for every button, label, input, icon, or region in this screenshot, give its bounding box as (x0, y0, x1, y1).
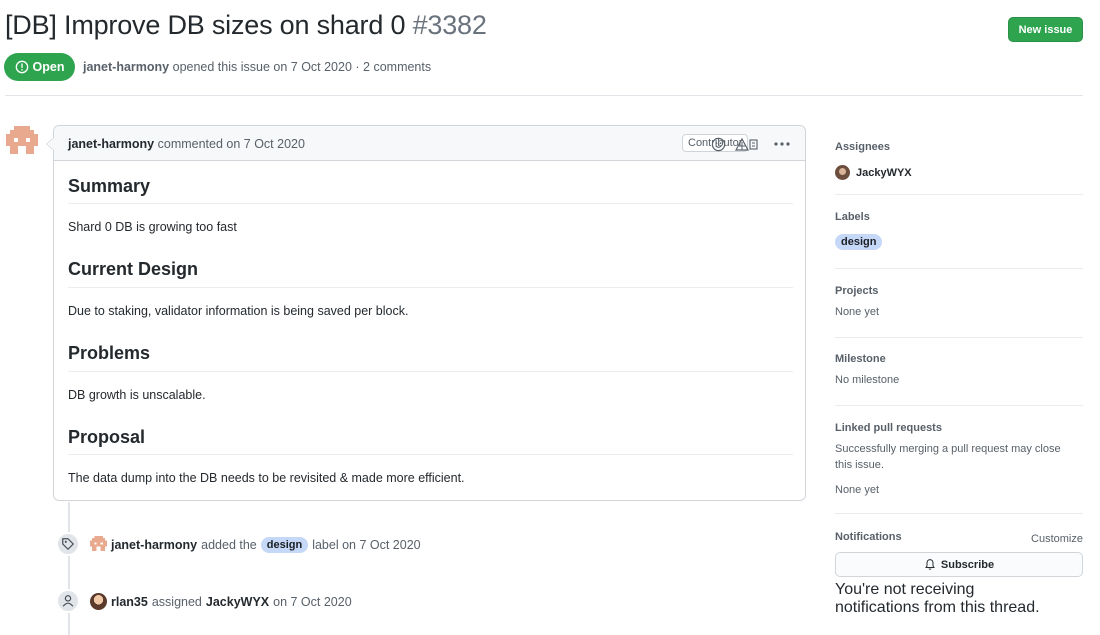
sidebar-divider (835, 337, 1083, 338)
issue-meta: janet-harmony opened this issue on 7 Oct… (83, 60, 431, 74)
sidebar-notifications: Notifications Customize (835, 531, 1083, 545)
section-heading: Proposal (68, 427, 146, 447)
comment-byline: janet-harmony commented on 7 Oct 2020 (68, 137, 305, 151)
sidebar-divider (835, 194, 1083, 195)
label-design[interactable]: design (835, 234, 883, 250)
issue-state-badge: Open (4, 53, 75, 81)
person-icon (56, 589, 80, 613)
sidebar-linked-prs: Linked pull requests Successfully mergin… (835, 422, 1083, 514)
section-text: The data dump into the DB needs to be re… (68, 471, 465, 485)
section-heading: Current Design (68, 259, 199, 279)
design-label[interactable]: design (260, 536, 309, 553)
issue-number: #3382 (412, 10, 487, 40)
sidebar-divider (835, 268, 1083, 269)
heading-rule (68, 454, 793, 455)
actor-avatar[interactable] (90, 536, 107, 553)
comment-author-link[interactable]: janet-harmony (68, 137, 154, 151)
section-heading: Summary (68, 176, 151, 196)
issue-title-text: [DB] Improve DB sizes on shard 0 (5, 10, 406, 40)
assignee-name[interactable]: JackyWYX (856, 167, 912, 179)
timeline-event-assign: rlan35 assigned JackyWYX on 7 Oct 2020 (90, 593, 352, 610)
timeline-line (68, 502, 70, 635)
sidebar-divider (835, 405, 1083, 406)
projects-heading[interactable]: Projects (835, 285, 1083, 297)
timeline-event-label: janet-harmony added the design label on … (90, 536, 421, 553)
comment-timestamp[interactable]: commented on 7 Oct 2020 (158, 137, 305, 151)
event-text: assigned (151, 594, 202, 609)
actor-link[interactable]: janet-harmony (111, 538, 197, 552)
milestone-value: No milestone (835, 374, 900, 386)
assignee-item[interactable]: JackyWYX (835, 165, 1083, 180)
labels-heading[interactable]: Labels (835, 211, 1083, 223)
subscribe-button[interactable]: Subscribe (835, 552, 1083, 577)
section-heading: Problems (68, 343, 151, 363)
sidebar-labels: Labels design (835, 211, 1083, 269)
event-text: label on 7 Oct 2020 (312, 537, 421, 552)
heading-rule (68, 371, 793, 372)
section-text: DB growth is unscalable. (68, 388, 206, 402)
issue-state-label: Open (32, 60, 65, 74)
header-divider (5, 95, 1083, 96)
customize-link[interactable]: Customize (1031, 531, 1083, 547)
assignees-heading[interactable]: Assignees (835, 141, 1083, 153)
assignee-link[interactable]: JackyWYX (206, 595, 269, 609)
issue-title: [DB] Improve DB sizes on shard 0 #3382 (5, 10, 487, 41)
new-issue-button[interactable]: New issue (1008, 17, 1083, 42)
heading-rule (68, 287, 793, 288)
issue-open-icon (15, 60, 28, 74)
commenter-avatar[interactable] (6, 126, 38, 158)
assignee-avatar (835, 165, 850, 180)
subscribe-label: Subscribe (940, 558, 995, 571)
issue-meta-text: opened this issue on 7 Oct 2020 · 2 comm… (172, 60, 432, 74)
milestone-heading[interactable]: Milestone (835, 353, 1083, 365)
sidebar-projects: Projects None yet (835, 285, 1083, 338)
actor-link[interactable]: rlan35 (111, 595, 148, 609)
issue-author-link[interactable]: janet-harmony (83, 60, 169, 74)
linked-prs-value: None yet (835, 484, 880, 496)
smiley-icon[interactable] (710, 136, 726, 152)
actor-avatar[interactable] (90, 593, 107, 610)
event-text: on 7 Oct 2020 (273, 594, 352, 609)
section-text: Shard 0 DB is growing too fast (68, 220, 237, 234)
sidebar-divider (835, 513, 1083, 514)
linked-prs-desc: Successfully merging a pull request may … (835, 443, 1061, 471)
heading-rule (68, 203, 793, 204)
projects-value: None yet (835, 306, 880, 318)
triage-icon[interactable] (734, 136, 760, 152)
event-text: added the (201, 537, 257, 552)
notifications-desc: You're not receiving notifications from … (835, 581, 1040, 616)
sidebar-milestone: Milestone No milestone (835, 353, 1083, 406)
kebab-menu-icon[interactable] (772, 136, 792, 152)
linked-prs-heading[interactable]: Linked pull requests (835, 422, 1083, 434)
comment-header: janet-harmony commented on 7 Oct 2020 Co… (54, 126, 805, 161)
tag-icon (56, 532, 80, 556)
sidebar-assignees: Assignees JackyWYX (835, 141, 1083, 195)
bell-icon (925, 559, 935, 570)
issue-comment: janet-harmony commented on 7 Oct 2020 Co… (46, 125, 806, 501)
section-text: Due to staking, validator information is… (68, 304, 409, 318)
